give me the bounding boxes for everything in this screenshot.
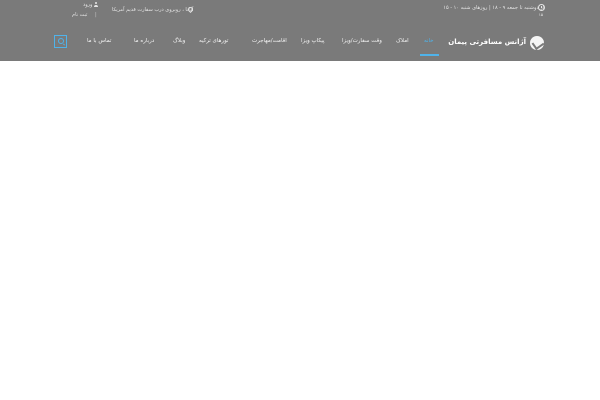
site-header: از دوشنبه تا جمعه ۹ - ۱۸ | روزهای شنبه ۱… <box>0 0 600 61</box>
top-info-bar: از دوشنبه تا جمعه ۹ - ۱۸ | روزهای شنبه ۱… <box>0 0 600 24</box>
working-hours-suffix: ۱۵ <box>538 12 543 17</box>
login-link[interactable]: ورود <box>83 2 92 8</box>
nav-item-residence-immigration[interactable]: اقامت/مهاجرت <box>252 38 287 44</box>
nav-item-home[interactable]: خانه <box>424 38 434 44</box>
page-content <box>0 61 600 400</box>
nav-item-turkey-tours[interactable]: تورهای ترکیه <box>199 38 228 44</box>
nav-item-about[interactable]: درباره ما <box>134 38 154 44</box>
search-icon <box>58 38 64 44</box>
nav-item-contact[interactable]: تماس با ما <box>87 38 111 44</box>
user-icon <box>94 2 98 7</box>
office-address: آدانا ، روبروی درب سفارت قدیم آمریکا <box>112 7 194 13</box>
main-navigation: خانه املاک وقت سفارت/ویزا پیکاپ ویزا اقا… <box>0 34 600 58</box>
link-separator: | <box>95 12 97 18</box>
nav-item-visa-pickup[interactable]: پیکاپ ویزا <box>301 38 325 44</box>
search-button[interactable] <box>54 35 67 48</box>
nav-item-embassy-visa[interactable]: وقت سفارت/ویزا <box>342 38 382 44</box>
active-nav-indicator <box>420 54 439 56</box>
nav-item-properties[interactable]: املاک <box>396 38 409 44</box>
working-hours: از دوشنبه تا جمعه ۹ - ۱۸ | روزهای شنبه ۱… <box>443 5 544 11</box>
register-link[interactable]: ثبت نام <box>72 12 87 18</box>
nav-item-blog[interactable]: وبلاگ <box>173 38 185 44</box>
